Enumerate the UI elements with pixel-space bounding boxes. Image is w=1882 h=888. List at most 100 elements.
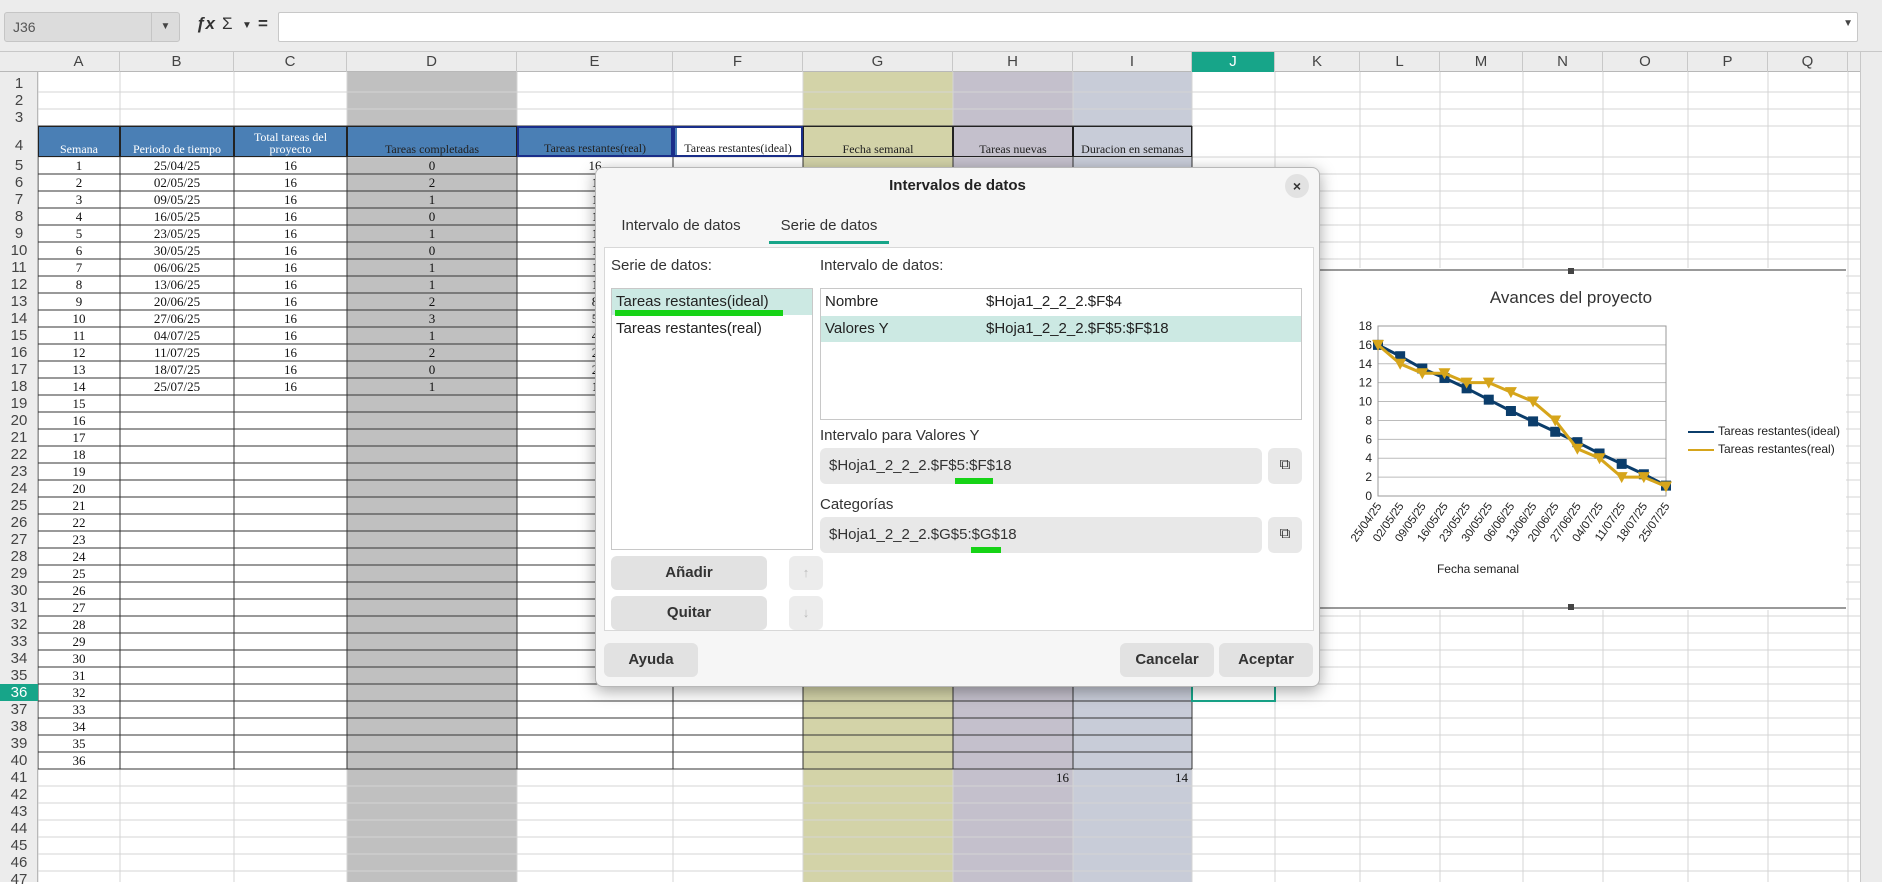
table-cell[interactable]: 24: [38, 548, 120, 565]
remove-button[interactable]: Quitar: [611, 596, 767, 630]
table-cell[interactable]: 33: [38, 701, 120, 718]
row-header-39[interactable]: 39: [0, 735, 38, 752]
row-header-14[interactable]: 14: [0, 310, 38, 327]
table-cell[interactable]: 25/04/25: [120, 157, 234, 174]
row-header-5[interactable]: 5: [0, 157, 38, 174]
table-cell[interactable]: 16: [234, 259, 347, 276]
row-header-44[interactable]: 44: [0, 820, 38, 837]
tab-data-series[interactable]: Serie de datos: [769, 214, 889, 244]
column-header-n[interactable]: N: [1523, 52, 1603, 72]
ranges-table[interactable]: Nombre $Hoja1_2_2_2.$F$4 Valores Y $Hoja1_…: [820, 288, 1302, 420]
table-cell[interactable]: 1: [347, 276, 517, 293]
column-header-g[interactable]: G: [803, 52, 953, 72]
row-header-34[interactable]: 34: [0, 650, 38, 667]
column-header-l[interactable]: L: [1360, 52, 1440, 72]
help-button[interactable]: Ayuda: [604, 643, 698, 677]
ok-button[interactable]: Aceptar: [1219, 643, 1313, 677]
table-cell[interactable]: 16: [234, 378, 347, 395]
table-cell[interactable]: 22: [38, 514, 120, 531]
row-header-42[interactable]: 42: [0, 786, 38, 803]
categories-input[interactable]: $Hoja1_2_2_2.$G$5:$G$18: [820, 517, 1262, 553]
row-header-30[interactable]: 30: [0, 582, 38, 599]
row-header-18[interactable]: 18: [0, 378, 38, 395]
table-cell[interactable]: 31: [38, 667, 120, 684]
list-item[interactable]: Tareas restantes(real): [612, 316, 812, 342]
name-box[interactable]: J36 ▼: [4, 12, 180, 42]
move-up-icon[interactable]: ↑: [789, 556, 823, 590]
table-cell[interactable]: 13/06/25: [120, 276, 234, 293]
column-header-a[interactable]: A: [38, 52, 120, 72]
row-header-11[interactable]: 11: [0, 259, 38, 276]
table-cell[interactable]: 34: [38, 718, 120, 735]
row-header-9[interactable]: 9: [0, 225, 38, 242]
chevron-down-icon[interactable]: ▼: [151, 13, 179, 41]
formula-icon[interactable]: =: [258, 14, 268, 34]
table-cell[interactable]: 04/07/25: [120, 327, 234, 344]
row-header-1[interactable]: 1: [0, 75, 38, 92]
row-header-43[interactable]: 43: [0, 803, 38, 820]
row-header-47[interactable]: 47: [0, 871, 38, 888]
row-header-19[interactable]: 19: [0, 395, 38, 412]
table-cell[interactable]: 3: [347, 310, 517, 327]
row-header-24[interactable]: 24: [0, 480, 38, 497]
table-cell[interactable]: 16: [234, 344, 347, 361]
table-cell[interactable]: 6: [38, 242, 120, 259]
table-cell[interactable]: 16: [234, 191, 347, 208]
table-cell[interactable]: 2: [347, 174, 517, 191]
row-header-23[interactable]: 23: [0, 463, 38, 480]
table-cell[interactable]: 18/07/25: [120, 361, 234, 378]
column-header-f[interactable]: F: [673, 52, 803, 72]
column-header-j[interactable]: J: [1192, 52, 1275, 72]
row-header-4[interactable]: 4: [0, 126, 38, 157]
row-header-10[interactable]: 10: [0, 242, 38, 259]
table-cell[interactable]: 16: [953, 769, 1069, 786]
table-cell[interactable]: 27: [38, 599, 120, 616]
table-cell[interactable]: 0: [347, 361, 517, 378]
table-cell[interactable]: 16: [234, 310, 347, 327]
function-wizard-icon[interactable]: ƒx: [196, 14, 215, 34]
table-cell[interactable]: 30: [38, 650, 120, 667]
column-header-i[interactable]: I: [1073, 52, 1192, 72]
table-cell[interactable]: 16: [38, 412, 120, 429]
table-cell[interactable]: 09/05/25: [120, 191, 234, 208]
table-row[interactable]: Nombre $Hoja1_2_2_2.$F$4: [821, 289, 1301, 315]
row-header-15[interactable]: 15: [0, 327, 38, 344]
table-cell[interactable]: 30/05/25: [120, 242, 234, 259]
row-header-20[interactable]: 20: [0, 412, 38, 429]
move-down-icon[interactable]: ↓: [789, 596, 823, 630]
table-cell[interactable]: 32: [38, 684, 120, 701]
formula-input[interactable]: ▼: [278, 12, 1858, 42]
table-cell[interactable]: 0: [347, 242, 517, 259]
table-cell[interactable]: 20: [38, 480, 120, 497]
cancel-button[interactable]: Cancelar: [1120, 643, 1214, 677]
table-cell[interactable]: 9: [38, 293, 120, 310]
row-header-2[interactable]: 2: [0, 92, 38, 109]
table-cell[interactable]: 16: [234, 208, 347, 225]
table-cell[interactable]: 17: [38, 429, 120, 446]
row-header-36[interactable]: 36: [0, 684, 38, 701]
table-cell[interactable]: 4: [38, 208, 120, 225]
table-cell[interactable]: 29: [38, 633, 120, 650]
row-header-6[interactable]: 6: [0, 174, 38, 191]
table-cell[interactable]: 16: [234, 225, 347, 242]
table-cell[interactable]: 15: [38, 395, 120, 412]
table-cell[interactable]: 1: [347, 259, 517, 276]
row-header-22[interactable]: 22: [0, 446, 38, 463]
row-header-13[interactable]: 13: [0, 293, 38, 310]
shrink-icon[interactable]: ⧉: [1268, 517, 1302, 553]
table-cell[interactable]: 3: [38, 191, 120, 208]
row-header-26[interactable]: 26: [0, 514, 38, 531]
table-cell[interactable]: 16: [234, 174, 347, 191]
table-cell[interactable]: 25/07/25: [120, 378, 234, 395]
table-cell[interactable]: 1: [347, 327, 517, 344]
table-cell[interactable]: 1: [38, 157, 120, 174]
table-cell[interactable]: 26: [38, 582, 120, 599]
row-header-27[interactable]: 27: [0, 531, 38, 548]
table-cell[interactable]: 23: [38, 531, 120, 548]
column-header-b[interactable]: B: [120, 52, 234, 72]
row-header-32[interactable]: 32: [0, 616, 38, 633]
table-cell[interactable]: 2: [347, 293, 517, 310]
row-header-12[interactable]: 12: [0, 276, 38, 293]
sum-icon[interactable]: Σ: [222, 14, 233, 34]
y-values-input[interactable]: $Hoja1_2_2_2.$F$5:$F$18: [820, 448, 1262, 484]
